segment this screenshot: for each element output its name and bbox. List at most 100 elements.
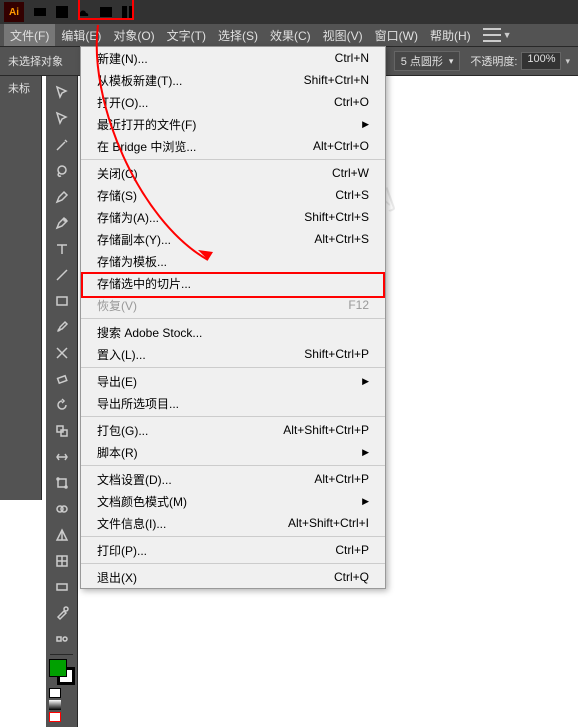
menu-shortcut: Shift+Ctrl+P <box>304 347 369 361</box>
save-icon[interactable] <box>54 4 70 20</box>
tools-panel <box>46 76 78 727</box>
submenu-arrow-icon: ▶ <box>362 119 369 130</box>
menu-view[interactable]: 视图(V) <box>317 24 369 46</box>
shaper-tool[interactable] <box>50 341 74 365</box>
menu-item[interactable]: 关闭(C)Ctrl+W <box>81 162 385 184</box>
menu-item-label: 置入(L)... <box>97 346 146 363</box>
menu-item-label: 文档设置(D)... <box>97 471 172 488</box>
menu-separator <box>81 563 385 564</box>
menu-select[interactable]: 选择(S) <box>212 24 264 46</box>
document-tab[interactable]: 未标 <box>8 80 30 96</box>
eyedropper-tool[interactable] <box>50 601 74 625</box>
opacity-input[interactable]: 100% <box>521 52 561 70</box>
menu-item[interactable]: 最近打开的文件(F) ▶ <box>81 113 385 135</box>
menu-item-label: 存储选中的切片... <box>97 275 191 292</box>
selection-tool[interactable] <box>50 81 74 105</box>
menu-item[interactable]: 存储为(A)... Shift+Ctrl+S <box>81 206 385 228</box>
width-tool[interactable] <box>50 445 74 469</box>
shape-builder-tool[interactable] <box>50 497 74 521</box>
menu-shortcut: Alt+Ctrl+S <box>314 232 369 246</box>
menu-item-label: 文件信息(I)... <box>97 515 166 532</box>
menu-item[interactable]: 存储(S)Ctrl+S <box>81 184 385 206</box>
menu-shortcut: Shift+Ctrl+S <box>304 210 369 224</box>
menu-effect[interactable]: 效果(C) <box>264 24 317 46</box>
gradient-tool[interactable] <box>50 575 74 599</box>
menu-item[interactable]: 搜索 Adobe Stock... <box>81 321 385 343</box>
title-bar: Ai <box>0 0 578 24</box>
menu-item[interactable]: 文档颜色模式(M)▶ <box>81 490 385 512</box>
submenu-arrow-icon: ▶ <box>362 447 369 458</box>
blend-tool[interactable] <box>50 627 74 651</box>
menu-item[interactable]: 退出(X)Ctrl+Q <box>81 566 385 588</box>
menu-help[interactable]: 帮助(H) <box>424 24 477 46</box>
color-mode-selector[interactable] <box>46 687 77 723</box>
menu-shortcut: Ctrl+P <box>335 543 369 557</box>
menu-shortcut: Ctrl+N <box>335 51 369 65</box>
direct-selection-tool[interactable] <box>50 107 74 131</box>
lasso-tool[interactable] <box>50 159 74 183</box>
menu-item[interactable]: 存储为模板... <box>81 250 385 272</box>
menu-item[interactable]: 新建(N)... Ctrl+N <box>81 47 385 69</box>
menu-item[interactable]: 打包(G)...Alt+Shift+Ctrl+P <box>81 419 385 441</box>
menu-item-label: 新建(N)... <box>97 50 148 67</box>
arrange-icon[interactable] <box>120 4 136 20</box>
magic-wand-tool[interactable] <box>50 133 74 157</box>
menu-item-label: 最近打开的文件(F) <box>97 116 196 133</box>
mesh-tool[interactable] <box>50 549 74 573</box>
menu-item[interactable]: 从模板新建(T)...Shift+Ctrl+N <box>81 69 385 91</box>
menu-item[interactable]: 文档设置(D)...Alt+Ctrl+P <box>81 468 385 490</box>
menu-shortcut: Ctrl+Q <box>334 570 369 584</box>
workspace-switcher[interactable] <box>483 28 501 42</box>
line-tool[interactable] <box>50 263 74 287</box>
menu-item-label: 搜索 Adobe Stock... <box>97 324 202 341</box>
menu-item: 恢复(V)F12 <box>81 294 385 316</box>
menu-item-label: 存储(S) <box>97 187 137 204</box>
rotate-tool[interactable] <box>50 393 74 417</box>
menu-edit[interactable]: 编辑(E) <box>55 24 107 46</box>
menu-type[interactable]: 文字(T) <box>161 24 212 46</box>
menu-item-label: 恢复(V) <box>97 297 137 314</box>
menu-item[interactable]: 文件信息(I)...Alt+Shift+Ctrl+I <box>81 512 385 534</box>
pen-tool[interactable] <box>50 185 74 209</box>
chevron-down-icon[interactable]: ▾ <box>565 56 570 67</box>
free-transform-tool[interactable] <box>50 471 74 495</box>
menu-separator <box>81 465 385 466</box>
menu-item-label: 打包(G)... <box>97 422 148 439</box>
paintbrush-tool[interactable] <box>50 315 74 339</box>
menu-item[interactable]: 存储副本(Y)...Alt+Ctrl+S <box>81 228 385 250</box>
submenu-arrow-icon: ▶ <box>362 376 369 387</box>
menu-item-label: 存储为(A)... <box>97 209 159 226</box>
menu-item[interactable]: 导出所选项目... <box>81 392 385 414</box>
menu-item[interactable]: 存储选中的切片... <box>81 272 385 294</box>
curvature-tool[interactable] <box>50 211 74 235</box>
opacity-label: 不透明度: <box>470 53 517 69</box>
perspective-tool[interactable] <box>50 523 74 547</box>
rectangle-tool[interactable] <box>50 289 74 313</box>
menu-bar: 文件(F) 编辑(E) 对象(O) 文字(T) 选择(S) 效果(C) 视图(V… <box>0 24 578 46</box>
bridge-icon[interactable] <box>32 4 48 20</box>
menu-file[interactable]: 文件(F) <box>4 24 55 46</box>
menu-window[interactable]: 窗口(W) <box>369 24 424 46</box>
fill-stroke-swatch[interactable] <box>49 659 75 685</box>
scale-tool[interactable] <box>50 419 74 443</box>
app-logo: Ai <box>4 2 24 22</box>
cloud-icon[interactable] <box>76 4 92 20</box>
selection-status: 未选择对象 <box>8 53 63 69</box>
stock-icon[interactable] <box>98 4 114 20</box>
menu-item[interactable]: 打开(O)...Ctrl+O <box>81 91 385 113</box>
menu-shortcut: Ctrl+W <box>332 166 369 180</box>
menu-separator <box>81 416 385 417</box>
menu-separator <box>81 159 385 160</box>
stroke-style-dropdown[interactable]: 5 点圆形 ▾ <box>394 51 461 71</box>
menu-separator <box>81 536 385 537</box>
menu-item[interactable]: 打印(P)...Ctrl+P <box>81 539 385 561</box>
menu-item[interactable]: 导出(E)▶ <box>81 370 385 392</box>
eraser-tool[interactable] <box>50 367 74 391</box>
menu-item[interactable]: 脚本(R)▶ <box>81 441 385 463</box>
type-tool[interactable] <box>50 237 74 261</box>
menu-item[interactable]: 在 Bridge 中浏览...Alt+Ctrl+O <box>81 135 385 157</box>
menu-item[interactable]: 置入(L)... Shift+Ctrl+P <box>81 343 385 365</box>
menu-object[interactable]: 对象(O) <box>107 24 160 46</box>
menu-item-label: 存储为模板... <box>97 253 167 270</box>
menu-item-label: 文档颜色模式(M) <box>97 493 187 510</box>
